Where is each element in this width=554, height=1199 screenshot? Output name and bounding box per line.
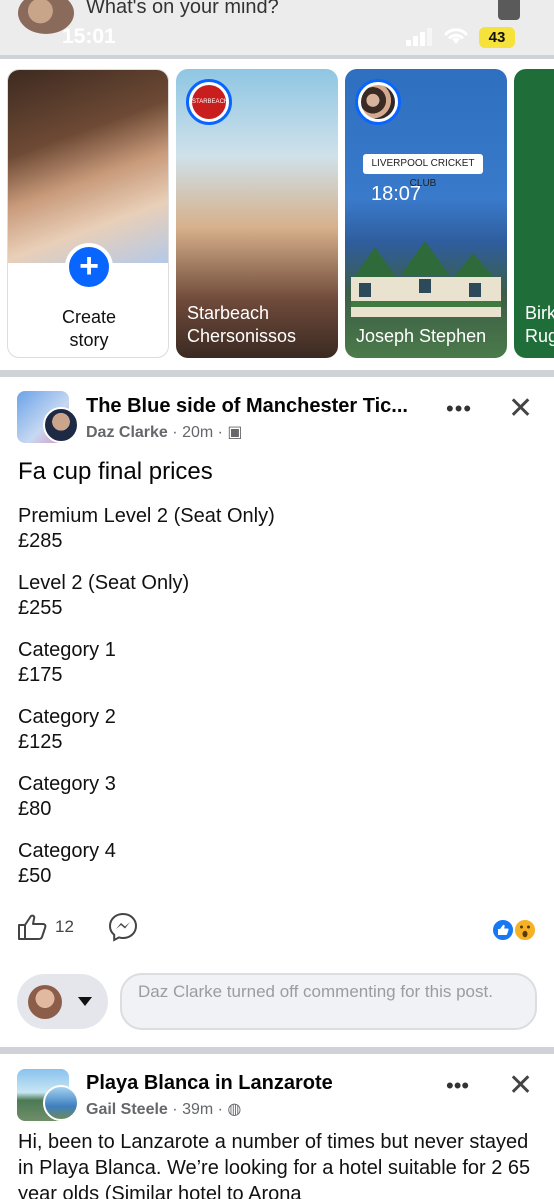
feed-post: Playa Blanca in Lanzarote Gail Steele · … [0,1054,554,1199]
price-value: £80 [18,798,52,820]
price-list: Premium Level 2 (Seat Only) £285 Level 2… [18,504,275,906]
stories-tray: + Create story STARBEACH Starbeach Chers… [0,59,554,370]
price-value: £125 [18,731,63,753]
plus-icon[interactable]: + [65,243,113,291]
post-age[interactable]: 39m [182,1101,213,1118]
price-label: Category 1 [18,639,116,661]
price-entry: Category 1 £175 [18,638,275,688]
commenter-avatar [28,985,62,1019]
separator: · [217,424,228,441]
story-card-starbeach[interactable]: STARBEACH Starbeach Chersonissos [176,69,338,358]
starbeach-logo: STARBEACH [192,85,228,119]
composer-prompt[interactable]: What's on your mind? [86,0,279,19]
comment-as-selector[interactable] [17,974,108,1029]
chevron-down-icon [78,997,92,1006]
like-count[interactable]: 12 [55,917,74,937]
author-name[interactable]: Daz Clarke [86,424,168,441]
globe-icon: ◍ [227,1101,242,1118]
price-label: Category 3 [18,773,116,795]
author-avatar[interactable] [43,407,79,443]
divider [0,1047,554,1054]
price-label: Category 2 [18,706,116,728]
battery-indicator: 43 [479,27,515,48]
separator: · [217,1101,228,1118]
price-value: £175 [18,664,63,686]
post-body: Hi, been to Lanzarote a number of times … [18,1131,531,1199]
wifi-icon [444,28,468,44]
price-entry: Premium Level 2 (Seat Only) £285 [18,504,275,554]
post-meta: Gail Steele · 39m · ◍ [86,1099,241,1119]
story-card-birk[interactable]: Birk Rug [514,69,554,358]
price-entry: Level 2 (Seat Only) £255 [18,571,275,621]
price-label: Level 2 (Seat Only) [18,572,190,594]
reaction-summary-icon[interactable] [490,917,540,943]
post-title: Fa cup final prices [18,458,213,485]
feed-post: The Blue side of Manchester Tic... Daz C… [0,377,554,1047]
story-avatar-ring: STARBEACH [186,79,232,125]
like-icon[interactable] [17,913,47,941]
story-label: Starbeach Chersonissos [187,303,297,346]
location-sticker: LIVERPOOL CRICKET CLUB [363,154,483,189]
price-entry: Category 4 £50 [18,839,275,889]
author-avatar[interactable] [43,1085,79,1121]
post-meta: Daz Clarke · 20m · ▣ [86,422,243,442]
signal-icon [406,28,434,46]
price-value: £285 [18,530,63,552]
comments-disabled-notice: Daz Clarke turned off commenting for thi… [120,973,537,1030]
top-bar: What's on your mind? 15:01 43 [0,0,554,55]
messenger-icon[interactable] [108,912,138,942]
divider [0,370,554,377]
story-label: Birk Rug [525,303,554,346]
story-avatar-ring [355,79,401,125]
price-label: Category 4 [18,840,116,862]
post-actions: 12 [0,907,554,947]
pavilion-illustration [351,241,501,317]
price-entry: Category 2 £125 [18,705,275,755]
price-value: £50 [18,865,52,887]
story-label: Joseph Stephen [356,326,487,346]
price-entry: Category 3 £80 [18,772,275,822]
group-name[interactable]: The Blue side of Manchester Tic... [86,395,408,418]
price-value: £255 [18,597,63,619]
status-time: 15:01 [62,25,116,48]
separator: · [172,1101,183,1118]
post-age[interactable]: 20m [182,424,213,441]
photo-icon[interactable] [498,0,520,20]
close-icon[interactable]: ✕ [508,1068,533,1103]
comment-row: Daz Clarke turned off commenting for thi… [0,973,554,1031]
story-avatar [361,85,395,119]
group-name[interactable]: Playa Blanca in Lanzarote [86,1072,333,1095]
story-clock: 18:07 [371,183,422,205]
story-card-joseph-stephen[interactable]: LIVERPOOL CRICKET CLUB 18:07 Joseph Step… [345,69,507,358]
author-name[interactable]: Gail Steele [86,1101,168,1118]
create-story-card[interactable]: + Create story [7,69,169,358]
create-story-label: Create story [61,307,117,350]
group-audience-icon: ▣ [227,424,243,441]
more-options-icon[interactable]: ••• [446,1073,469,1099]
more-options-icon[interactable]: ••• [446,396,472,422]
create-story-photo [8,70,168,263]
separator: · [172,424,183,441]
close-icon[interactable]: ✕ [508,391,533,426]
price-label: Premium Level 2 (Seat Only) [18,505,275,527]
